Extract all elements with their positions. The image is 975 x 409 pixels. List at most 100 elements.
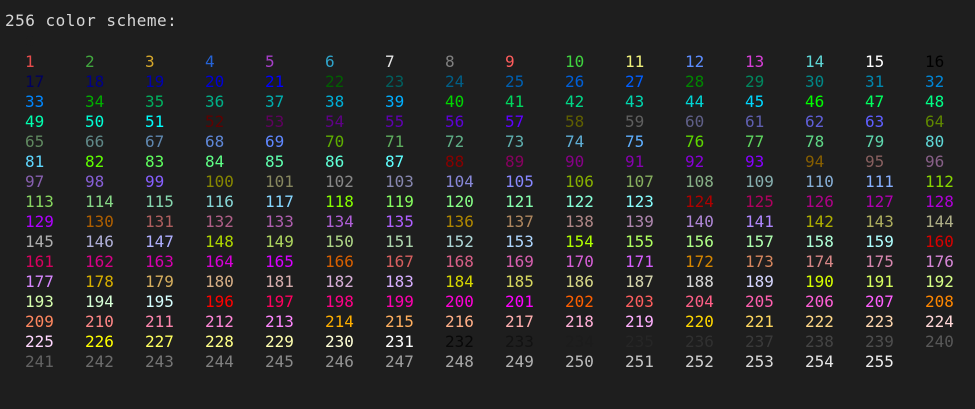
color-swatch-186: 186	[565, 272, 594, 291]
color-swatch-59: 59	[625, 112, 645, 131]
color-swatch-31: 31	[865, 72, 885, 91]
color-swatch-185: 185	[505, 272, 534, 291]
color-swatch-42: 42	[565, 92, 585, 111]
color-swatch-137: 137	[505, 212, 534, 231]
color-swatch-109: 109	[745, 172, 774, 191]
color-swatch-83: 83	[145, 152, 165, 171]
color-swatch-85: 85	[265, 152, 285, 171]
color-swatch-158: 158	[805, 232, 834, 251]
color-swatch-202: 202	[565, 292, 594, 311]
color-swatch-48: 48	[925, 92, 945, 111]
color-swatch-19: 19	[145, 72, 165, 91]
color-swatch-189: 189	[745, 272, 774, 291]
color-swatch-222: 222	[805, 312, 834, 331]
color-swatch-4: 4	[205, 52, 215, 71]
color-swatch-30: 30	[805, 72, 825, 91]
color-swatch-61: 61	[745, 112, 765, 131]
color-swatch-204: 204	[685, 292, 714, 311]
color-swatch-46: 46	[805, 92, 825, 111]
color-swatch-11: 11	[625, 52, 645, 71]
color-swatch-1: 1	[25, 52, 35, 71]
color-swatch-242: 242	[85, 352, 114, 371]
color-swatch-133: 133	[265, 212, 294, 231]
color-swatch-139: 139	[625, 212, 654, 231]
color-swatch-123: 123	[625, 192, 654, 211]
color-swatch-33: 33	[25, 92, 45, 111]
color-swatch-112: 112	[925, 172, 954, 191]
color-swatch-57: 57	[505, 112, 525, 131]
color-swatch-228: 228	[205, 332, 234, 351]
color-swatch-115: 115	[145, 192, 174, 211]
color-swatch-182: 182	[325, 272, 354, 291]
color-swatch-224: 224	[925, 312, 954, 331]
color-swatch-188: 188	[685, 272, 714, 291]
color-swatch-154: 154	[565, 232, 594, 251]
color-swatch-166: 166	[325, 252, 354, 271]
color-swatch-77: 77	[745, 132, 765, 151]
color-swatch-43: 43	[625, 92, 645, 111]
color-swatch-36: 36	[205, 92, 225, 111]
color-swatch-45: 45	[745, 92, 765, 111]
color-swatch-110: 110	[805, 172, 834, 191]
color-swatch-236: 236	[685, 332, 714, 351]
color-swatch-35: 35	[145, 92, 165, 111]
color-swatch-161: 161	[25, 252, 54, 271]
color-swatch-164: 164	[205, 252, 234, 271]
header-label: 256 color scheme:	[5, 11, 178, 30]
color-swatch-144: 144	[925, 212, 954, 231]
color-swatch-13: 13	[745, 52, 765, 71]
color-swatch-5: 5	[265, 52, 275, 71]
color-swatch-146: 146	[85, 232, 114, 251]
color-swatch-226: 226	[85, 332, 114, 351]
color-swatch-72: 72	[445, 132, 465, 151]
color-swatch-134: 134	[325, 212, 354, 231]
color-swatch-26: 26	[565, 72, 585, 91]
color-swatch-64: 64	[925, 112, 945, 131]
color-swatch-237: 237	[745, 332, 774, 351]
color-swatch-65: 65	[25, 132, 45, 151]
color-swatch-97: 97	[25, 172, 45, 191]
color-swatch-41: 41	[505, 92, 525, 111]
color-swatch-244: 244	[205, 352, 234, 371]
color-swatch-195: 195	[145, 292, 174, 311]
color-swatch-214: 214	[325, 312, 354, 331]
color-swatch-90: 90	[565, 152, 585, 171]
color-swatch-120: 120	[445, 192, 474, 211]
color-swatch-98: 98	[85, 172, 105, 191]
color-swatch-0: 0	[25, 32, 35, 51]
color-swatch-215: 215	[385, 312, 414, 331]
color-swatch-96: 96	[925, 152, 945, 171]
color-swatch-129: 129	[25, 212, 54, 231]
color-swatch-14: 14	[805, 52, 825, 71]
color-swatch-121: 121	[505, 192, 534, 211]
color-swatch-34: 34	[85, 92, 105, 111]
color-swatch-199: 199	[385, 292, 414, 311]
color-swatch-104: 104	[445, 172, 474, 191]
color-swatch-232: 232	[445, 332, 474, 351]
color-swatch-148: 148	[205, 232, 234, 251]
color-swatch-60: 60	[685, 112, 705, 131]
color-swatch-16: 16	[925, 52, 945, 71]
color-swatch-27: 27	[625, 72, 645, 91]
color-swatch-213: 213	[265, 312, 294, 331]
color-swatch-20: 20	[205, 72, 225, 91]
color-swatch-230: 230	[325, 332, 354, 351]
color-swatch-10: 10	[565, 52, 585, 71]
color-swatch-254: 254	[805, 352, 834, 371]
color-swatch-217: 217	[505, 312, 534, 331]
color-swatch-239: 239	[865, 332, 894, 351]
color-swatch-170: 170	[565, 252, 594, 271]
color-swatch-156: 156	[685, 232, 714, 251]
color-swatch-68: 68	[205, 132, 225, 151]
color-swatch-200: 200	[445, 292, 474, 311]
color-swatch-205: 205	[745, 292, 774, 311]
color-swatch-245: 245	[265, 352, 294, 371]
color-swatch-128: 128	[925, 192, 954, 211]
color-swatch-131: 131	[145, 212, 174, 231]
color-swatch-180: 180	[205, 272, 234, 291]
color-swatch-21: 21	[265, 72, 285, 91]
color-swatch-103: 103	[385, 172, 414, 191]
color-swatch-125: 125	[745, 192, 774, 211]
color-swatch-192: 192	[925, 272, 954, 291]
color-swatch-47: 47	[865, 92, 885, 111]
